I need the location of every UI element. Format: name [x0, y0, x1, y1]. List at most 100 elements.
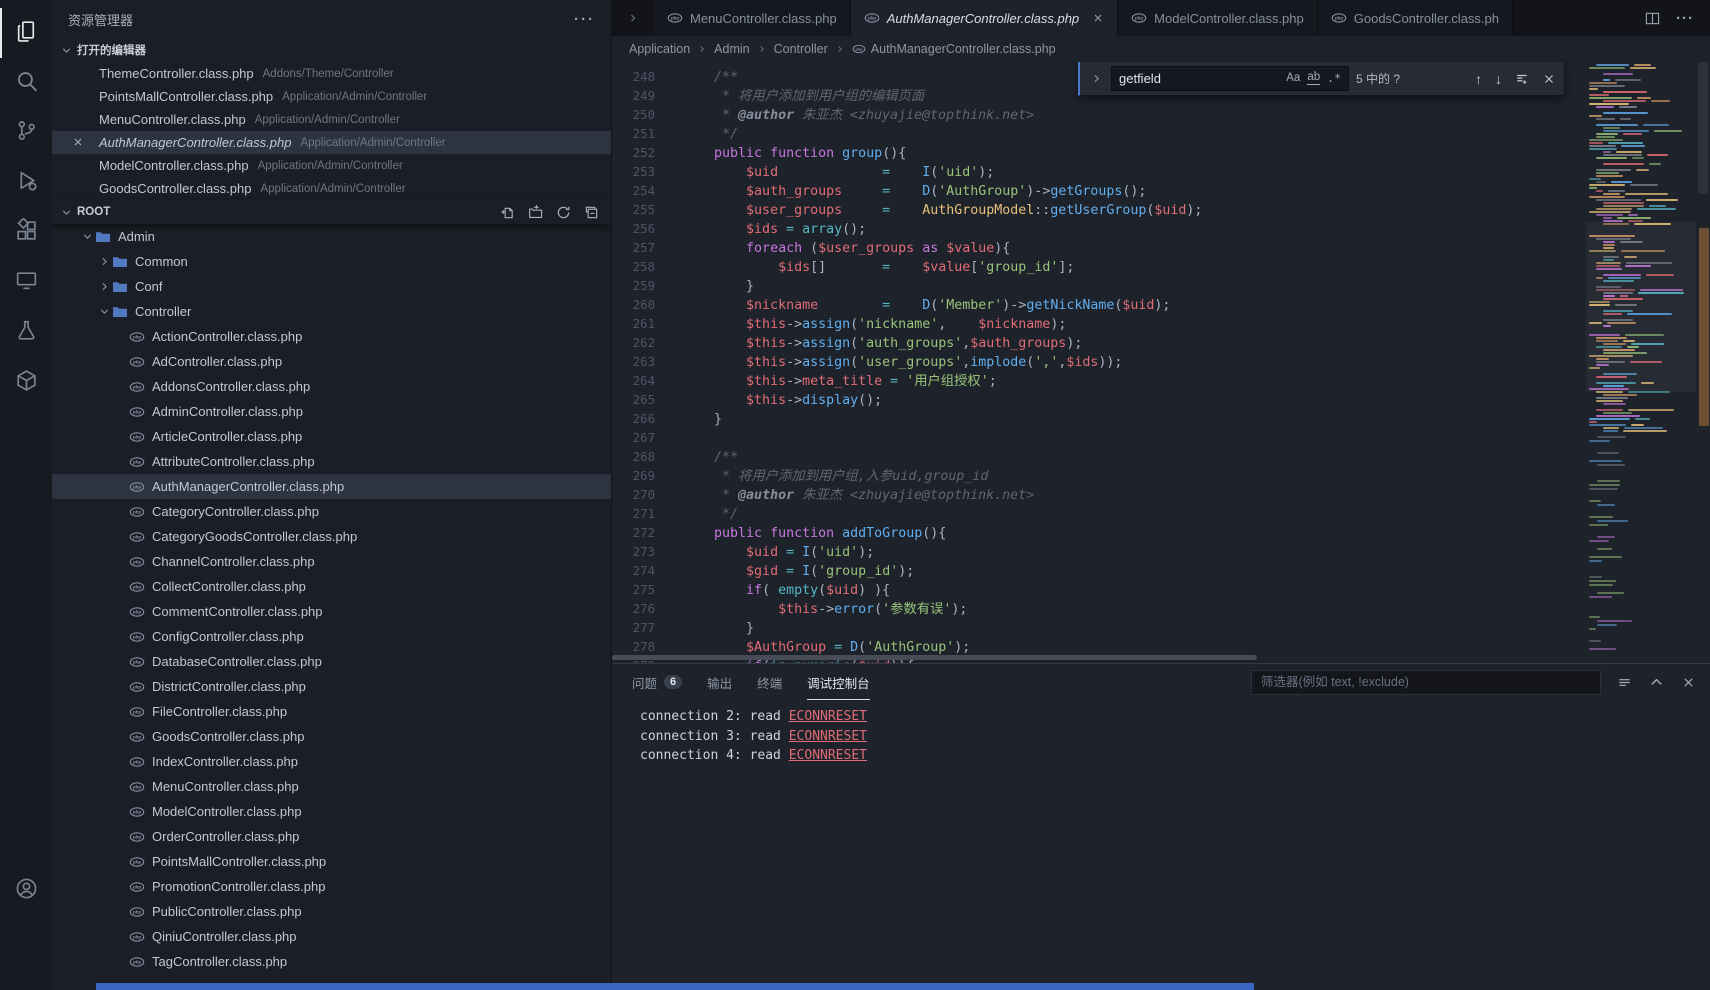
vertical-scrollbar[interactable] [1696, 62, 1710, 663]
panel-filter-input[interactable] [1251, 670, 1601, 695]
package-box-button[interactable] [0, 358, 52, 408]
run-debug-button[interactable] [0, 158, 52, 208]
tree-file-item[interactable]: phpCommentController.class.php [52, 599, 611, 624]
collapse-all-icon[interactable] [584, 205, 599, 220]
tree-file-item[interactable]: phpAuthManagerController.class.php [52, 474, 611, 499]
find-in-selection-icon[interactable] [1515, 72, 1529, 86]
test-beaker-button[interactable] [0, 308, 52, 358]
open-editor-item[interactable]: phpModelController.class.phpApplication/… [52, 154, 611, 177]
open-editor-item[interactable]: phpGoodsController.class.phpApplication/… [52, 177, 611, 200]
open-editor-item[interactable]: phpThemeController.class.phpAddons/Theme… [52, 62, 611, 85]
open-editor-item[interactable]: phpPointsMallController.class.phpApplica… [52, 85, 611, 108]
code-editor[interactable]: 247248 /**249 * 将用户添加到用户组的编辑页面250 * @aut… [612, 62, 1710, 663]
close-icon[interactable] [1542, 72, 1556, 86]
tree-file-item[interactable]: phpPublicController.class.php [52, 899, 611, 924]
extensions-button[interactable] [0, 208, 52, 258]
tree-file-item[interactable]: phpPromotionController.class.php [52, 874, 611, 899]
tree-file-item[interactable]: phpDistrictController.class.php [52, 674, 611, 699]
error-link[interactable]: ECONNRESET [789, 709, 867, 724]
tree-file-item[interactable]: phpAddonsController.class.php [52, 374, 611, 399]
panel-tab[interactable]: 问题6 [632, 664, 682, 700]
breadcrumb-item[interactable]: Controller [774, 42, 828, 56]
tree-file-item[interactable]: phpMenuController.class.php [52, 774, 611, 799]
open-editors-header[interactable]: 打开的编辑器 [52, 38, 611, 62]
panel-tab[interactable]: 终端 [757, 664, 782, 700]
minimap-line [1596, 172, 1619, 174]
horizontal-scrollbar[interactable] [612, 655, 1257, 660]
minimap-line [1637, 97, 1650, 99]
source-control-button[interactable] [0, 108, 52, 158]
arrow-up-icon[interactable]: ↑ [1475, 71, 1482, 87]
tree-file-item[interactable]: phpFileController.class.php [52, 699, 611, 724]
new-file-icon[interactable] [500, 205, 515, 220]
root-section-header[interactable]: ROOT [52, 200, 611, 224]
tree-folder-item[interactable]: Admin [52, 224, 611, 249]
whole-word-icon[interactable]: ab [1307, 72, 1320, 85]
open-editor-name: ModelController.class.php [99, 158, 249, 173]
panel-tab[interactable]: 调试控制台 [807, 664, 870, 700]
scrollbar-thumb[interactable] [1698, 62, 1708, 194]
tree-file-item[interactable]: phpAdController.class.php [52, 349, 611, 374]
tree-file-item[interactable]: phpCollectController.class.php [52, 574, 611, 599]
regex-icon[interactable]: .* [1327, 73, 1341, 85]
tree-file-item[interactable]: phpQiniuController.class.php [52, 924, 611, 949]
editor-tab[interactable]: phpAuthManagerController.class.php [851, 0, 1118, 36]
open-editor-item[interactable]: phpAuthManagerController.class.phpApplic… [52, 131, 611, 154]
toggle-replace-chevron-icon[interactable] [1088, 72, 1104, 85]
tree-file-item[interactable]: phpIndexController.class.php [52, 749, 611, 774]
breadcrumb-item[interactable]: Application [629, 42, 690, 56]
file-tree: AdminCommonConfControllerphpActionContro… [52, 224, 611, 990]
find-input[interactable] [1119, 71, 1279, 86]
error-link[interactable]: ECONNRESET [789, 729, 867, 744]
tree-file-item[interactable]: phpCategoryGoodsController.class.php [52, 524, 611, 549]
tree-file-item[interactable]: phpTagController.class.php [52, 949, 611, 974]
close-icon[interactable] [72, 136, 84, 148]
tree-file-item[interactable]: phpAttributeController.class.php [52, 449, 611, 474]
breadcrumb-item[interactable]: Admin [714, 42, 749, 56]
new-folder-icon[interactable] [528, 205, 543, 220]
more-actions-icon[interactable]: ··· [1676, 10, 1694, 27]
tree-folder-item[interactable]: Conf [52, 274, 611, 299]
remote-explorer-button[interactable] [0, 258, 52, 308]
tree-folder-item[interactable]: Controller [52, 299, 611, 324]
tree-file-item[interactable]: phpGoodsController.class.php [52, 724, 611, 749]
lines-icon[interactable] [1617, 675, 1632, 690]
editor-tab[interactable]: phpModelController.class.php [1118, 0, 1318, 36]
svg-text:php: php [1135, 16, 1143, 21]
tree-file-item[interactable]: phpAdminController.class.php [52, 399, 611, 424]
split-editor-icon[interactable] [1645, 11, 1660, 26]
error-link[interactable]: ECONNRESET [789, 748, 867, 763]
editor-tab[interactable]: phpMenuController.class.php [654, 0, 851, 36]
match-case-icon[interactable]: Aa [1286, 73, 1300, 85]
panel-tab[interactable]: 输出 [707, 664, 732, 700]
close-icon[interactable] [1681, 675, 1696, 690]
files-button[interactable] [0, 8, 52, 58]
tree-file-item[interactable]: phpCategoryController.class.php [52, 499, 611, 524]
minimap-slider[interactable] [1586, 222, 1696, 392]
refresh-icon[interactable] [556, 205, 571, 220]
minimap[interactable] [1586, 62, 1696, 663]
tree-file-item[interactable]: phpDatabaseController.class.php [52, 649, 611, 674]
tab-overflow-chevron-icon[interactable] [612, 0, 654, 36]
tree-file-item[interactable]: phpArticleController.class.php [52, 424, 611, 449]
editor-tab[interactable]: phpGoodsController.class.ph [1318, 0, 1513, 36]
search-button[interactable] [0, 58, 52, 108]
tree-file-item[interactable]: phpChannelController.class.php [52, 549, 611, 574]
account-button[interactable] [0, 866, 52, 916]
token [682, 336, 746, 351]
arrow-down-icon[interactable]: ↓ [1495, 71, 1502, 87]
code-area[interactable]: 247248 /**249 * 将用户添加到用户组的编辑页面250 * @aut… [612, 62, 1586, 663]
close-icon[interactable] [1092, 12, 1104, 24]
svg-text:php: php [133, 834, 141, 839]
tree-file-item[interactable]: phpModelController.class.php [52, 799, 611, 824]
code-line: 259 } [612, 277, 1586, 296]
tree-folder-item[interactable]: Common [52, 249, 611, 274]
tree-file-item[interactable]: phpActionController.class.php [52, 324, 611, 349]
more-actions-icon[interactable]: ··· [574, 11, 595, 28]
tree-file-item[interactable]: phpOrderController.class.php [52, 824, 611, 849]
chevron-up-icon[interactable] [1649, 675, 1664, 690]
breadcrumb-item[interactable]: phpAuthManagerController.class.php [852, 42, 1056, 56]
tree-file-item[interactable]: phpConfigController.class.php [52, 624, 611, 649]
open-editor-item[interactable]: phpMenuController.class.phpApplication/A… [52, 108, 611, 131]
tree-file-item[interactable]: phpPointsMallController.class.php [52, 849, 611, 874]
